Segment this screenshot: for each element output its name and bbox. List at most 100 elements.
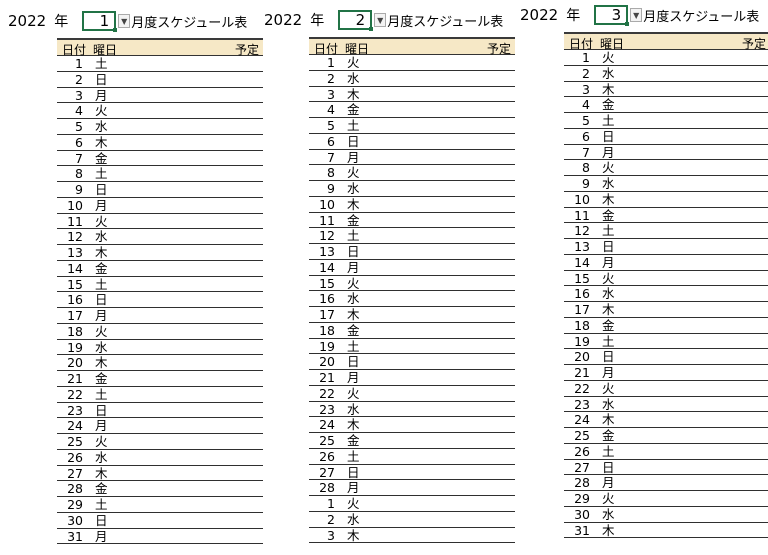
table-row[interactable]: 3木: [309, 87, 515, 103]
table-row[interactable]: 27 木: [57, 466, 263, 482]
table-row[interactable]: 24 木: [564, 412, 768, 428]
table-row[interactable]: 12 水: [57, 229, 263, 245]
table-row[interactable]: 19 土: [564, 334, 768, 350]
table-row[interactable]: 27 日: [564, 460, 768, 476]
table-row[interactable]: 11 金: [309, 213, 515, 229]
table-row[interactable]: 30 日: [57, 513, 263, 529]
table-row[interactable]: 16 日: [57, 292, 263, 308]
table-row[interactable]: 29 土: [57, 497, 263, 513]
table-row[interactable]: 21 月: [309, 370, 515, 386]
table-row[interactable]: 18 金: [309, 323, 515, 339]
table-row[interactable]: 11 金: [564, 208, 768, 224]
table-row[interactable]: 8火: [309, 165, 515, 181]
month-select-cell[interactable]: 1: [82, 11, 118, 32]
table-row[interactable]: 10 木: [309, 197, 515, 213]
table-row[interactable]: 28 月: [564, 475, 768, 491]
table-row[interactable]: 30 水: [564, 507, 768, 523]
table-row[interactable]: 24 木: [309, 417, 515, 433]
table-row[interactable]: 2日: [57, 72, 263, 88]
table-row[interactable]: 24 月: [57, 418, 263, 434]
dropdown-arrow-icon[interactable]: ▼: [374, 13, 387, 27]
table-row[interactable]: 16 水: [309, 291, 515, 307]
table-row[interactable]: 5土: [564, 113, 768, 129]
table-row[interactable]: 23 水: [309, 402, 515, 418]
table-row[interactable]: 4金: [564, 97, 768, 113]
table-row[interactable]: 15 火: [309, 276, 515, 292]
table-row[interactable]: 14 月: [564, 255, 768, 271]
table-row[interactable]: 9水: [564, 176, 768, 192]
table-row[interactable]: 17 木: [309, 307, 515, 323]
table-row[interactable]: 5水: [57, 119, 263, 135]
table-row[interactable]: 1火: [309, 55, 515, 71]
table-row[interactable]: 2水: [309, 71, 515, 87]
table-row[interactable]: 17 月: [57, 308, 263, 324]
table-row[interactable]: 31 木: [564, 523, 768, 539]
table-row[interactable]: 7月: [309, 150, 515, 166]
table-row[interactable]: 28 月: [309, 480, 515, 496]
table-row[interactable]: 26 土: [309, 449, 515, 465]
table-row[interactable]: 17 木: [564, 302, 768, 318]
table-row[interactable]: 16 水: [564, 286, 768, 302]
table-row[interactable]: 19 水: [57, 340, 263, 356]
table-row[interactable]: 11 火: [57, 214, 263, 230]
table-row[interactable]: 12 土: [564, 223, 768, 239]
table-row[interactable]: 10 木: [564, 192, 768, 208]
table-row[interactable]: 26 水: [57, 450, 263, 466]
table-row[interactable]: 3木: [564, 82, 768, 98]
table-row[interactable]: 21 月: [564, 365, 768, 381]
table-row[interactable]: 23 日: [57, 403, 263, 419]
table-row[interactable]: 13 日: [564, 239, 768, 255]
table-row[interactable]: 8土: [57, 166, 263, 182]
table-row[interactable]: 9水: [309, 181, 515, 197]
dropdown-arrow-icon[interactable]: ▼: [118, 14, 131, 28]
table-row[interactable]: 29 火: [564, 491, 768, 507]
table-row[interactable]: 21 金: [57, 371, 263, 387]
date-cell: 22: [67, 386, 83, 402]
table-row[interactable]: 27 日: [309, 465, 515, 481]
table-row[interactable]: 1土: [57, 56, 263, 72]
table-row[interactable]: 4金: [309, 102, 515, 118]
table-row[interactable]: 20 日: [309, 354, 515, 370]
table-row[interactable]: 31 月: [57, 529, 263, 545]
table-row[interactable]: 20 日: [564, 349, 768, 365]
table-row[interactable]: 22 土: [57, 387, 263, 403]
dropdown-arrow-icon[interactable]: ▼: [630, 8, 643, 22]
month-select-cell[interactable]: 3: [594, 5, 630, 26]
table-row[interactable]: 28 金: [57, 481, 263, 497]
table-row[interactable]: 25 火: [57, 434, 263, 450]
table-row[interactable]: 18 火: [57, 324, 263, 340]
table-row[interactable]: 13 日: [309, 244, 515, 260]
table-row[interactable]: 14 月: [309, 260, 515, 276]
month-select-cell[interactable]: 2: [338, 10, 374, 31]
table-row[interactable]: 2水: [564, 66, 768, 82]
table-row[interactable]: 13 木: [57, 245, 263, 261]
table-row[interactable]: 12 土: [309, 228, 515, 244]
table-row[interactable]: 3木: [309, 528, 515, 544]
table-row[interactable]: 23 水: [564, 397, 768, 413]
table-row[interactable]: 10 月: [57, 198, 263, 214]
table-row[interactable]: 6日: [564, 129, 768, 145]
table-row[interactable]: 25 金: [309, 433, 515, 449]
table-row[interactable]: 3月: [57, 88, 263, 104]
table-row[interactable]: 7月: [564, 145, 768, 161]
table-row[interactable]: 25 金: [564, 428, 768, 444]
table-row[interactable]: 6木: [57, 135, 263, 151]
table-row[interactable]: 14 金: [57, 261, 263, 277]
table-row[interactable]: 22 火: [564, 381, 768, 397]
table-row[interactable]: 15 火: [564, 271, 768, 287]
table-row[interactable]: 4火: [57, 103, 263, 119]
table-row[interactable]: 20 木: [57, 355, 263, 371]
table-row[interactable]: 8火: [564, 160, 768, 176]
table-row[interactable]: 9日: [57, 182, 263, 198]
table-row[interactable]: 19 土: [309, 339, 515, 355]
table-row[interactable]: 18 金: [564, 318, 768, 334]
table-row[interactable]: 2水: [309, 512, 515, 528]
table-row[interactable]: 22 火: [309, 386, 515, 402]
table-row[interactable]: 15 土: [57, 277, 263, 293]
table-row[interactable]: 6日: [309, 134, 515, 150]
table-row[interactable]: 5土: [309, 118, 515, 134]
table-row[interactable]: 26 土: [564, 444, 768, 460]
table-row[interactable]: 7金: [57, 151, 263, 167]
table-row[interactable]: 1火: [564, 50, 768, 66]
table-row[interactable]: 1火: [309, 496, 515, 512]
